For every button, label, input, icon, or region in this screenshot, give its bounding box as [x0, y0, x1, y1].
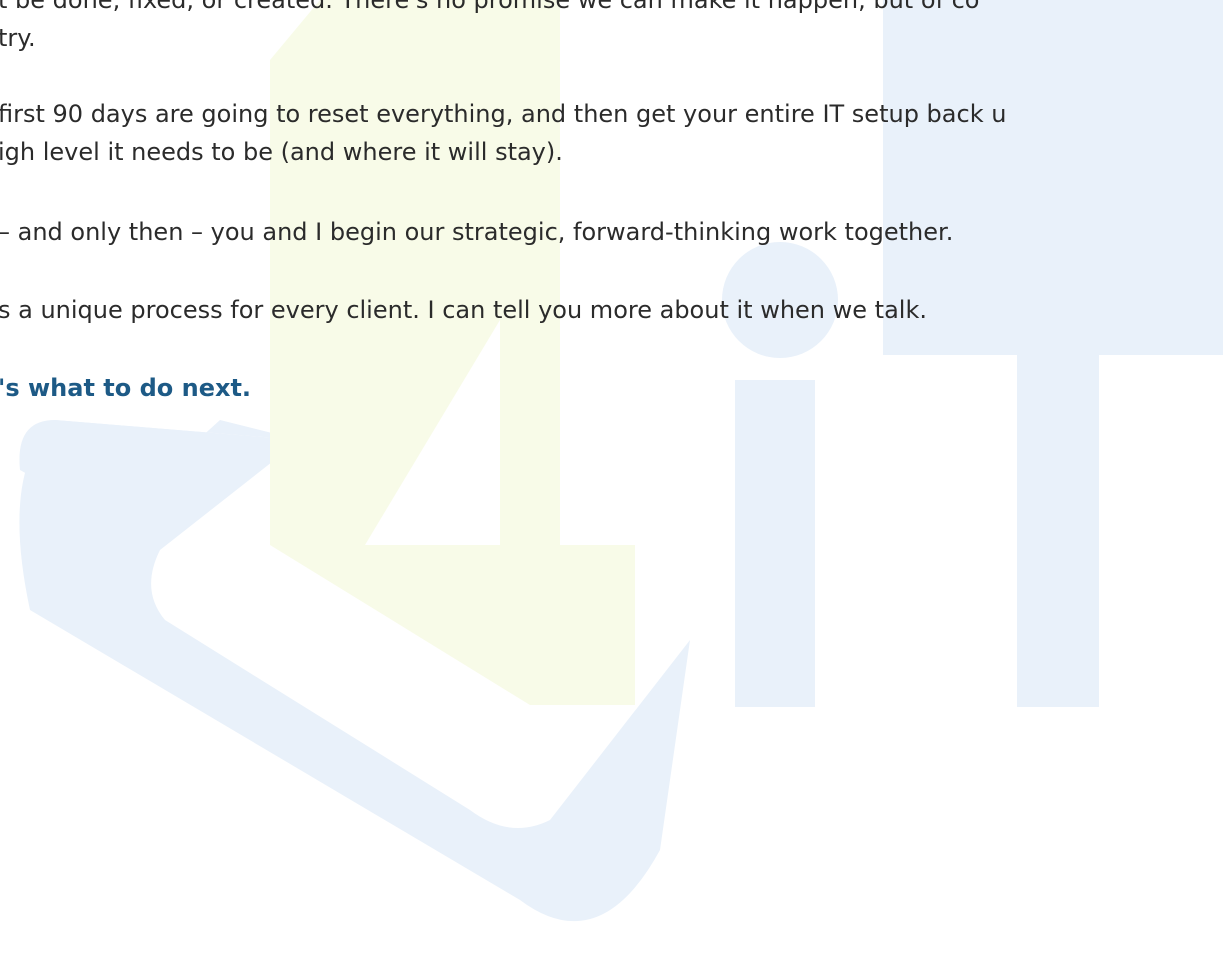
- paragraph-2-line-2: igh level it needs to be (and where it w…: [0, 138, 563, 166]
- paragraph-2-line-1: first 90 days are going to reset everyth…: [0, 100, 1007, 128]
- paragraph-1-line-1: t be done, fixed, or created. There's no…: [0, 0, 980, 14]
- page: t be done, fixed, or created. There's no…: [0, 0, 1223, 967]
- paragraph-4: s a unique process for every client. I c…: [0, 296, 927, 324]
- letter-body: t be done, fixed, or created. There's no…: [0, 0, 1223, 967]
- paragraph-1-line-2: try.: [0, 24, 36, 52]
- paragraph-3: – and only then – you and I begin our st…: [0, 218, 954, 246]
- next-steps-heading: 's what to do next.: [0, 374, 252, 402]
